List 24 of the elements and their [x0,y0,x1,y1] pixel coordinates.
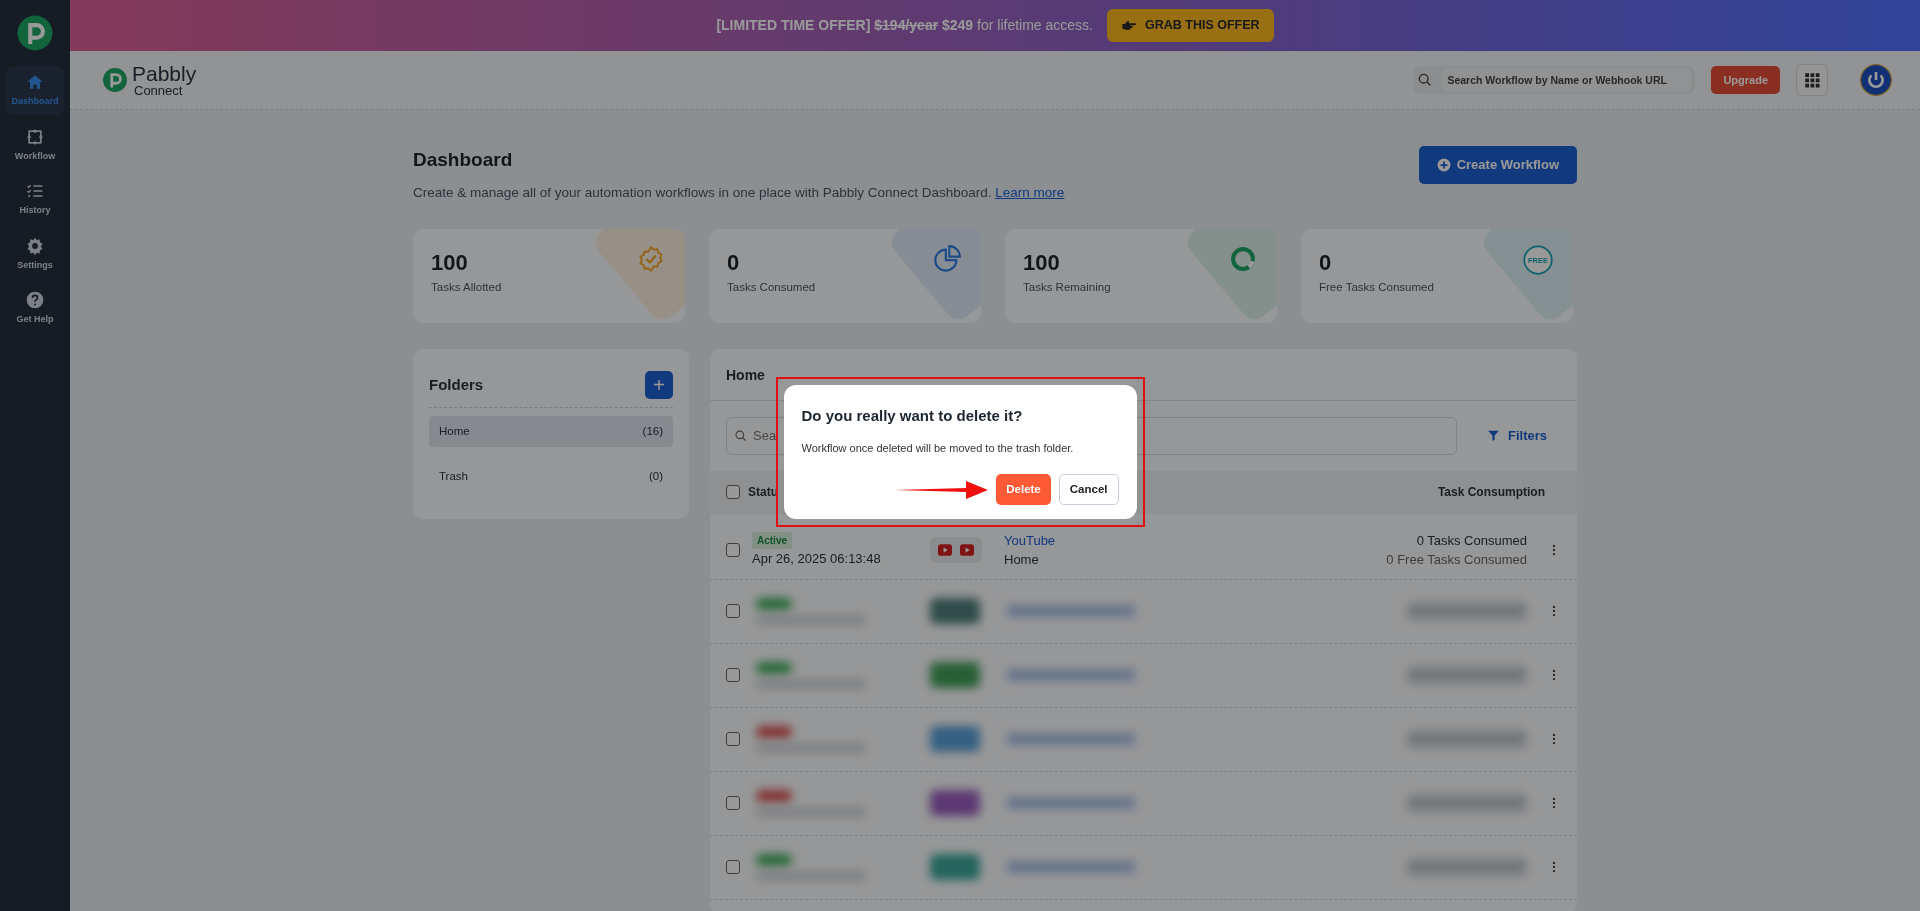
stat-value: 0 [1319,250,1332,275]
stat-value: 100 [1023,250,1060,275]
panel-title: Home [726,366,765,383]
stat-label: Tasks Allotted [431,280,502,296]
page-subtitle: Create & manage all of your automation workflows in one place with Pabbly Connect Dashboard. Learn more [413,183,1065,202]
offer-text: [LIMITED TIME OFFER] $194/year $249 for lifetime access. [716,16,1093,35]
logo-subtext: Connect [134,84,183,97]
logo-text: Pabbly [132,63,197,84]
dialog-title: Do you really want to delete it? [801,406,1024,426]
folder-text: Home [1004,551,1040,570]
status-badge: Active [752,532,792,549]
stat-value: 100 [431,250,468,275]
stat-label: Free Tasks Consumed [1319,280,1434,296]
panel-title: Folders [429,374,484,395]
tasks-text: 0 Tasks Consumed [1416,531,1527,550]
date-text: Apr 26, 2025 06:13:48 [752,550,882,568]
page-title: Dashboard [413,148,514,172]
dialog-message: Workflow once deleted will be moved to the trash folder. [801,440,1075,456]
free-tasks-text: 0 Free Tasks Consumed [1386,551,1527,570]
free-badge-icon: FREE [1523,244,1553,275]
stat-label: Tasks Remaining [1023,280,1111,296]
stat-label: Tasks Consumed [727,280,816,296]
column-header: Task Consumption [1437,484,1545,502]
stat-value: 0 [727,250,740,275]
